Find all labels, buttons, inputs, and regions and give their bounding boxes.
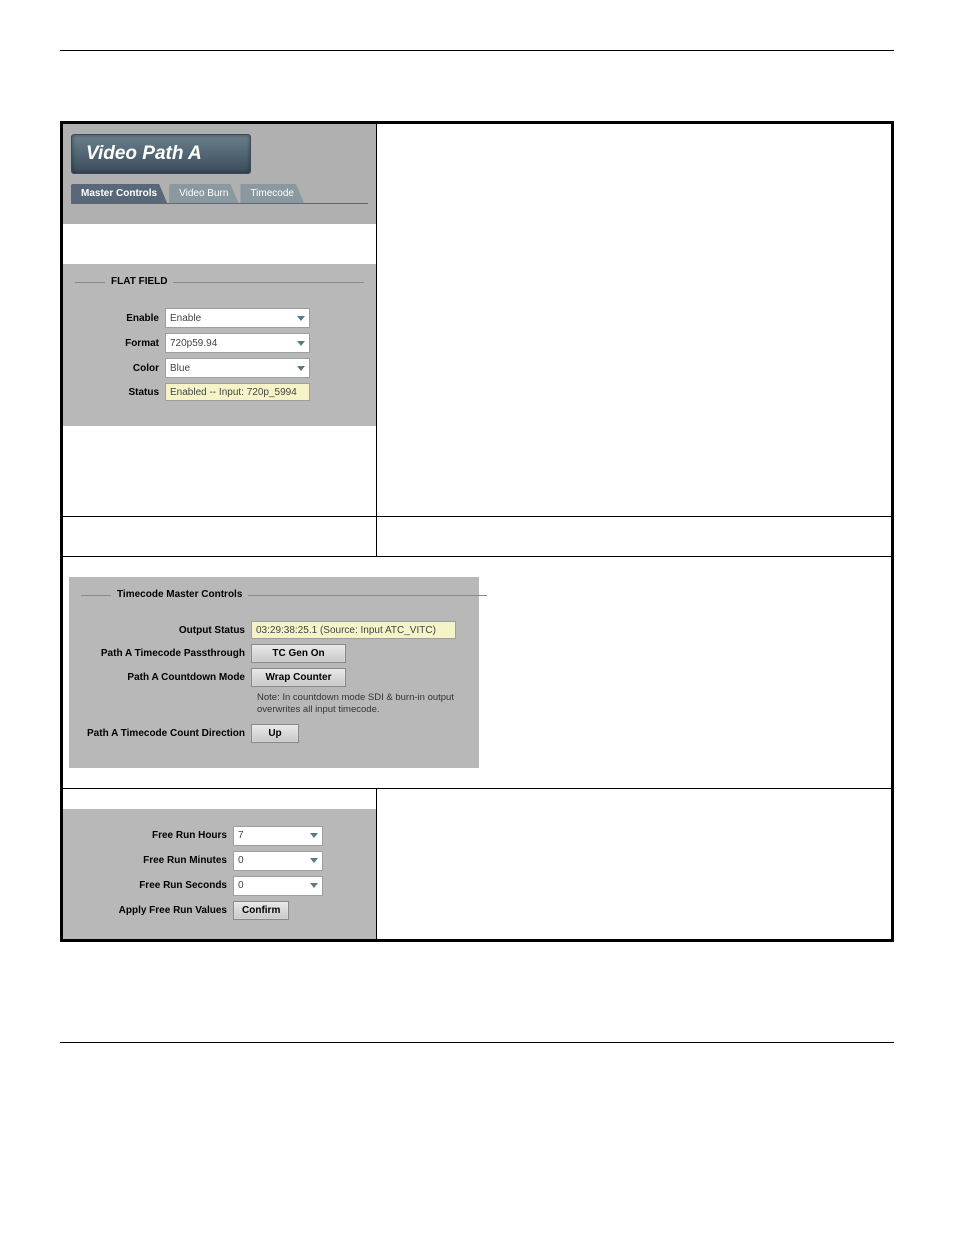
color-value: Blue	[170, 363, 190, 374]
flat-field-panel: FLAT FIELD Enable Enable Format	[63, 264, 376, 426]
chevron-down-icon	[297, 341, 305, 346]
apply-free-run-label: Apply Free Run Values	[73, 905, 233, 916]
chevron-down-icon	[297, 366, 305, 371]
count-direction-label: Path A Timecode Count Direction	[81, 728, 251, 739]
status-value: Enabled -- Input: 720p_5994	[170, 387, 297, 398]
tab-underline	[71, 203, 368, 204]
tc-master-legend: Timecode Master Controls	[111, 589, 248, 600]
format-dropdown[interactable]: 720p59.94	[165, 333, 310, 353]
count-direction-button[interactable]: Up	[251, 724, 299, 743]
free-run-minutes-dropdown[interactable]: 0	[233, 851, 323, 871]
wrap-counter-button[interactable]: Wrap Counter	[251, 668, 346, 687]
output-status-label: Output Status	[81, 625, 251, 636]
chevron-down-icon	[297, 316, 305, 321]
tab-master-controls[interactable]: Master Controls	[71, 184, 167, 203]
tc-gen-on-button[interactable]: TC Gen On	[251, 644, 346, 663]
free-run-description	[377, 789, 891, 889]
free-run-minutes-label: Free Run Minutes	[73, 855, 233, 866]
enable-dropdown[interactable]: Enable	[165, 308, 310, 328]
free-run-hours-label: Free Run Hours	[73, 830, 233, 841]
chevron-down-icon	[310, 833, 318, 838]
passthrough-label: Path A Timecode Passthrough	[81, 648, 251, 659]
color-label: Color	[75, 363, 165, 374]
tab-row: Master Controls Video Burn Timecode	[71, 184, 368, 203]
enable-label: Enable	[75, 313, 165, 324]
chevron-down-icon	[310, 883, 318, 888]
page-rule-top	[60, 50, 894, 51]
enable-value: Enable	[170, 313, 201, 324]
free-run-seconds-dropdown[interactable]: 0	[233, 876, 323, 896]
tab-timecode[interactable]: Timecode	[240, 184, 304, 203]
format-label: Format	[75, 338, 165, 349]
countdown-mode-label: Path A Countdown Mode	[81, 672, 251, 683]
main-content-box: Video Path A Master Controls Video Burn …	[60, 121, 894, 942]
video-path-title: Video Path A	[71, 134, 251, 174]
chevron-down-icon	[310, 858, 318, 863]
status-label: Status	[75, 387, 165, 398]
tab-video-burn[interactable]: Video Burn	[169, 184, 238, 203]
output-status-value: 03:29:38:25.1 (Source: Input ATC_VITC)	[256, 625, 436, 636]
free-run-panel: Free Run Hours 7 Free Run Minutes 0	[63, 809, 376, 939]
confirm-button[interactable]: Confirm	[233, 901, 289, 920]
free-run-hours-value: 7	[238, 830, 244, 841]
countdown-note: Note: In countdown mode SDI & burn-in ou…	[257, 692, 487, 716]
free-run-hours-dropdown[interactable]: 7	[233, 826, 323, 846]
free-run-seconds-label: Free Run Seconds	[73, 880, 233, 891]
page-rule-bottom	[60, 1042, 894, 1043]
free-run-seconds-value: 0	[238, 880, 244, 891]
output-status-readout: 03:29:38:25.1 (Source: Input ATC_VITC)	[251, 621, 456, 639]
color-dropdown[interactable]: Blue	[165, 358, 310, 378]
flat-field-description	[377, 124, 891, 224]
free-run-minutes-value: 0	[238, 855, 244, 866]
status-readout: Enabled -- Input: 720p_5994	[165, 383, 310, 401]
flat-field-legend: FLAT FIELD	[105, 276, 173, 287]
timecode-master-panel: Timecode Master Controls Output Status 0…	[69, 577, 479, 768]
format-value: 720p59.94	[170, 338, 217, 349]
video-path-header: Video Path A Master Controls Video Burn …	[63, 124, 376, 224]
